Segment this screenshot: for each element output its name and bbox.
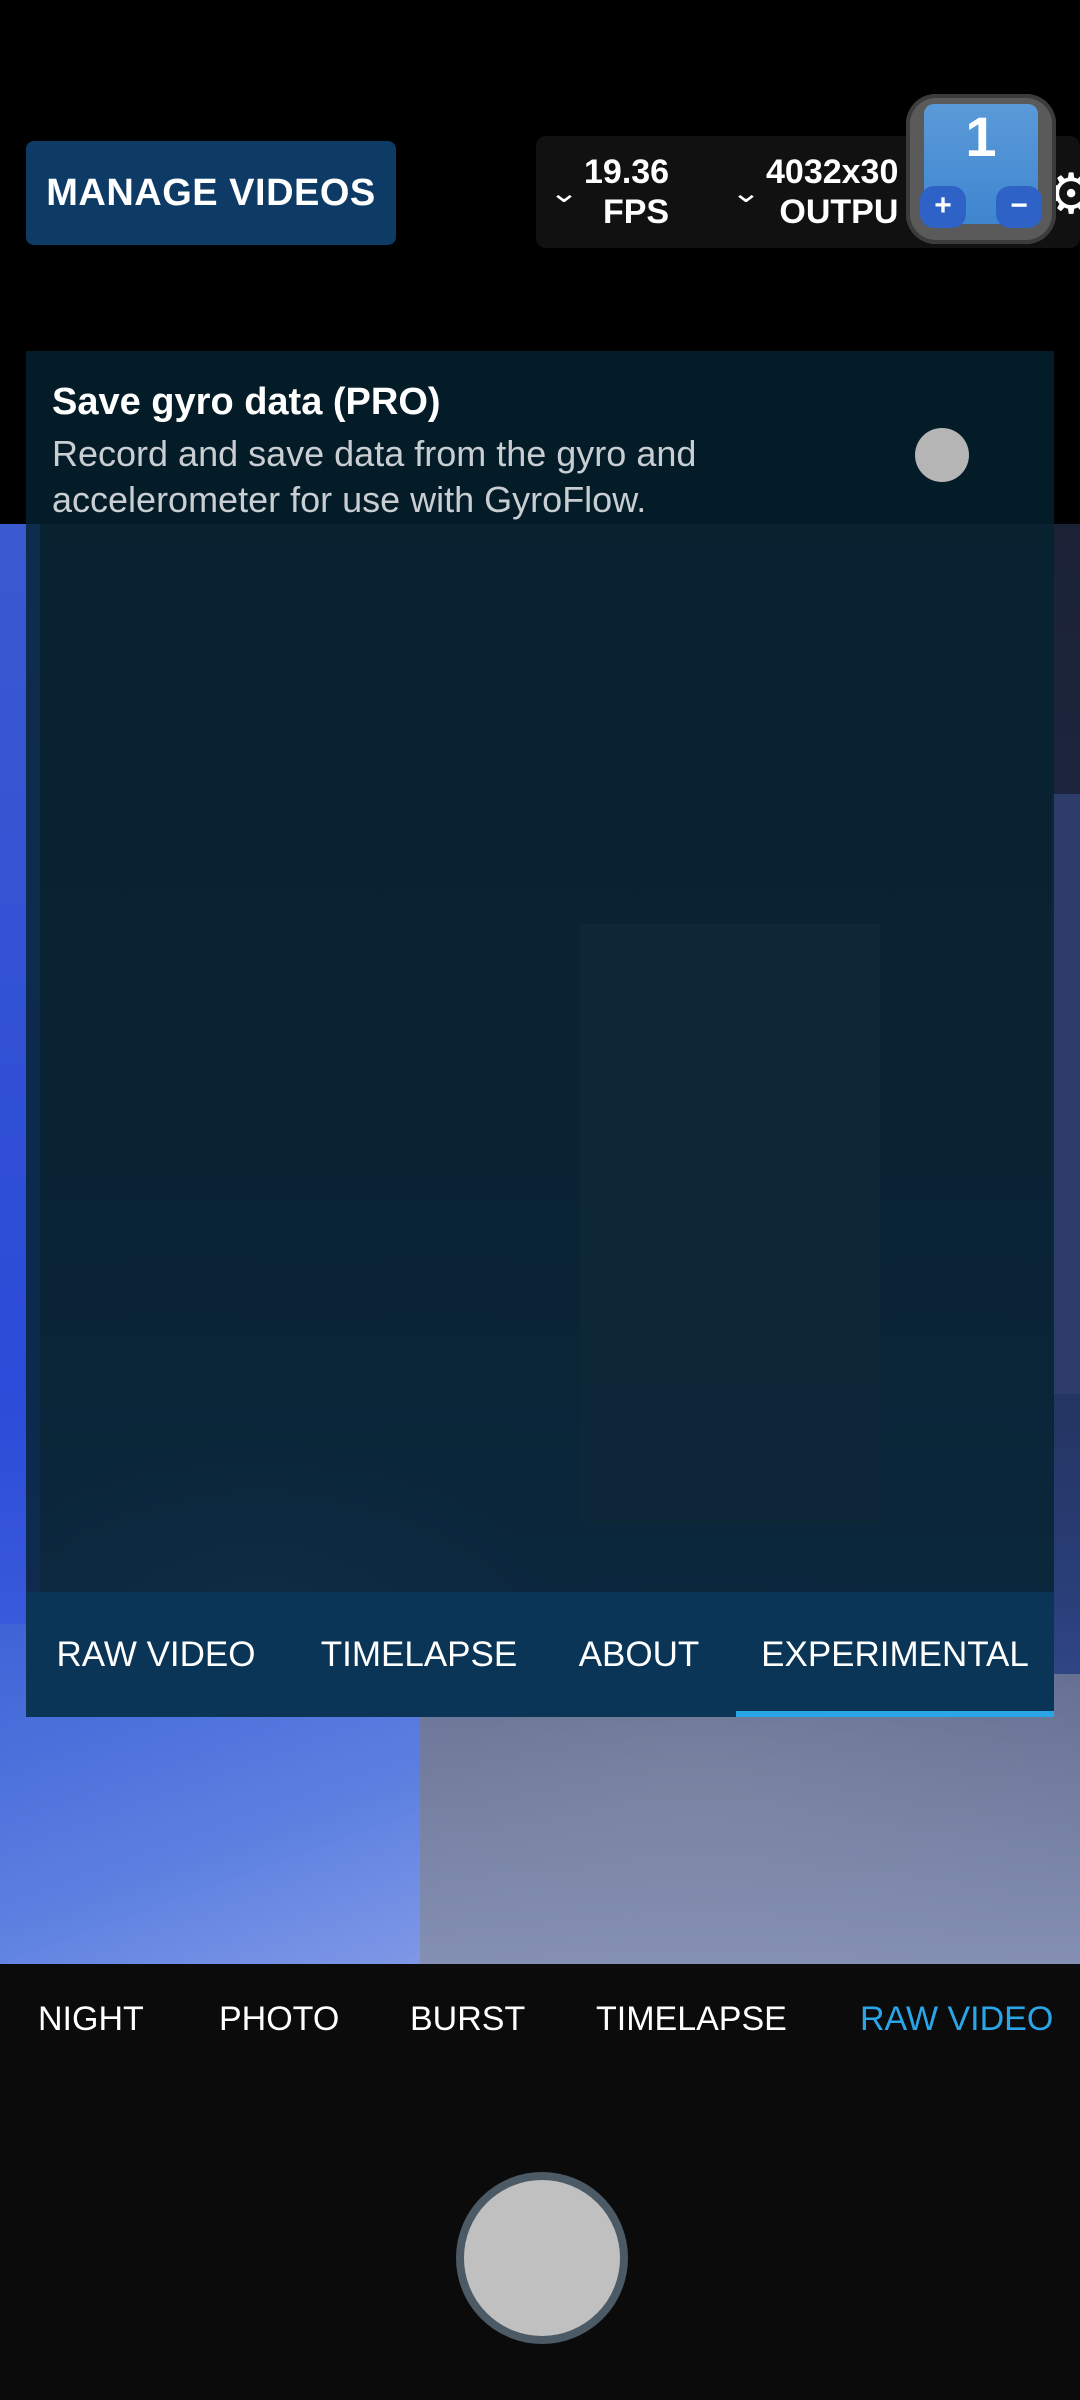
save-gyro-setting[interactable]: Save gyro data (PRO) Record and save dat…: [52, 377, 952, 523]
mode-raw-video[interactable]: RAW VIDEO: [860, 2000, 1053, 2039]
floating-counter-widget[interactable]: 1 + −: [906, 94, 1056, 244]
counter-minus-button[interactable]: −: [996, 186, 1042, 228]
settings-tab-bar: RAW VIDEO TIMELAPSE ABOUT EXPERIMENTAL: [26, 1592, 1054, 1717]
fps-value: 19.36: [584, 153, 670, 191]
output-text: 4032x30 OUTPU: [766, 152, 898, 232]
camera-mode-selector: NIGHT PHOTO BURST TIMELAPSE RAW VIDEO: [0, 2000, 1080, 2050]
save-gyro-toggle[interactable]: [915, 428, 969, 482]
setting-description: Record and save data from the gyro and a…: [52, 433, 697, 520]
tab-experimental[interactable]: EXPERIMENTAL: [736, 1592, 1054, 1717]
active-tab-indicator: [736, 1711, 1054, 1717]
mode-night[interactable]: NIGHT: [38, 2000, 144, 2039]
output-value: 4032x30: [766, 153, 899, 191]
tab-timelapse[interactable]: TIMELAPSE: [304, 1592, 534, 1717]
preview-door-edge: [1052, 794, 1080, 1394]
mode-timelapse[interactable]: TIMELAPSE: [596, 2000, 787, 2039]
fps-text: 19.36 FPS: [584, 152, 669, 232]
counter-plus-button[interactable]: +: [920, 186, 966, 228]
record-button[interactable]: [456, 2172, 628, 2344]
output-resolution-selector[interactable]: ⌄ 4032x30 OUTPU: [726, 136, 899, 248]
mode-photo[interactable]: PHOTO: [219, 2000, 339, 2039]
setting-title: Save gyro data (PRO): [52, 381, 441, 423]
fps-selector[interactable]: ⌄ 19.36 FPS: [544, 136, 669, 248]
counter-value: 1: [965, 105, 997, 168]
mode-burst[interactable]: BURST: [410, 2000, 525, 2039]
fps-label: FPS: [602, 193, 670, 231]
settings-panel: Save gyro data (PRO) Record and save dat…: [26, 351, 1054, 1717]
output-label: OUTPU: [779, 193, 899, 231]
bottom-controls: NIGHT PHOTO BURST TIMELAPSE RAW VIDEO: [0, 1964, 1080, 2400]
tab-raw-video[interactable]: RAW VIDEO: [56, 1592, 256, 1717]
tab-about[interactable]: ABOUT: [574, 1592, 704, 1717]
chevron-down-icon: ⌄: [548, 176, 580, 208]
manage-videos-button[interactable]: MANAGE VIDEOS: [26, 141, 396, 245]
chevron-down-icon: ⌄: [730, 176, 762, 208]
